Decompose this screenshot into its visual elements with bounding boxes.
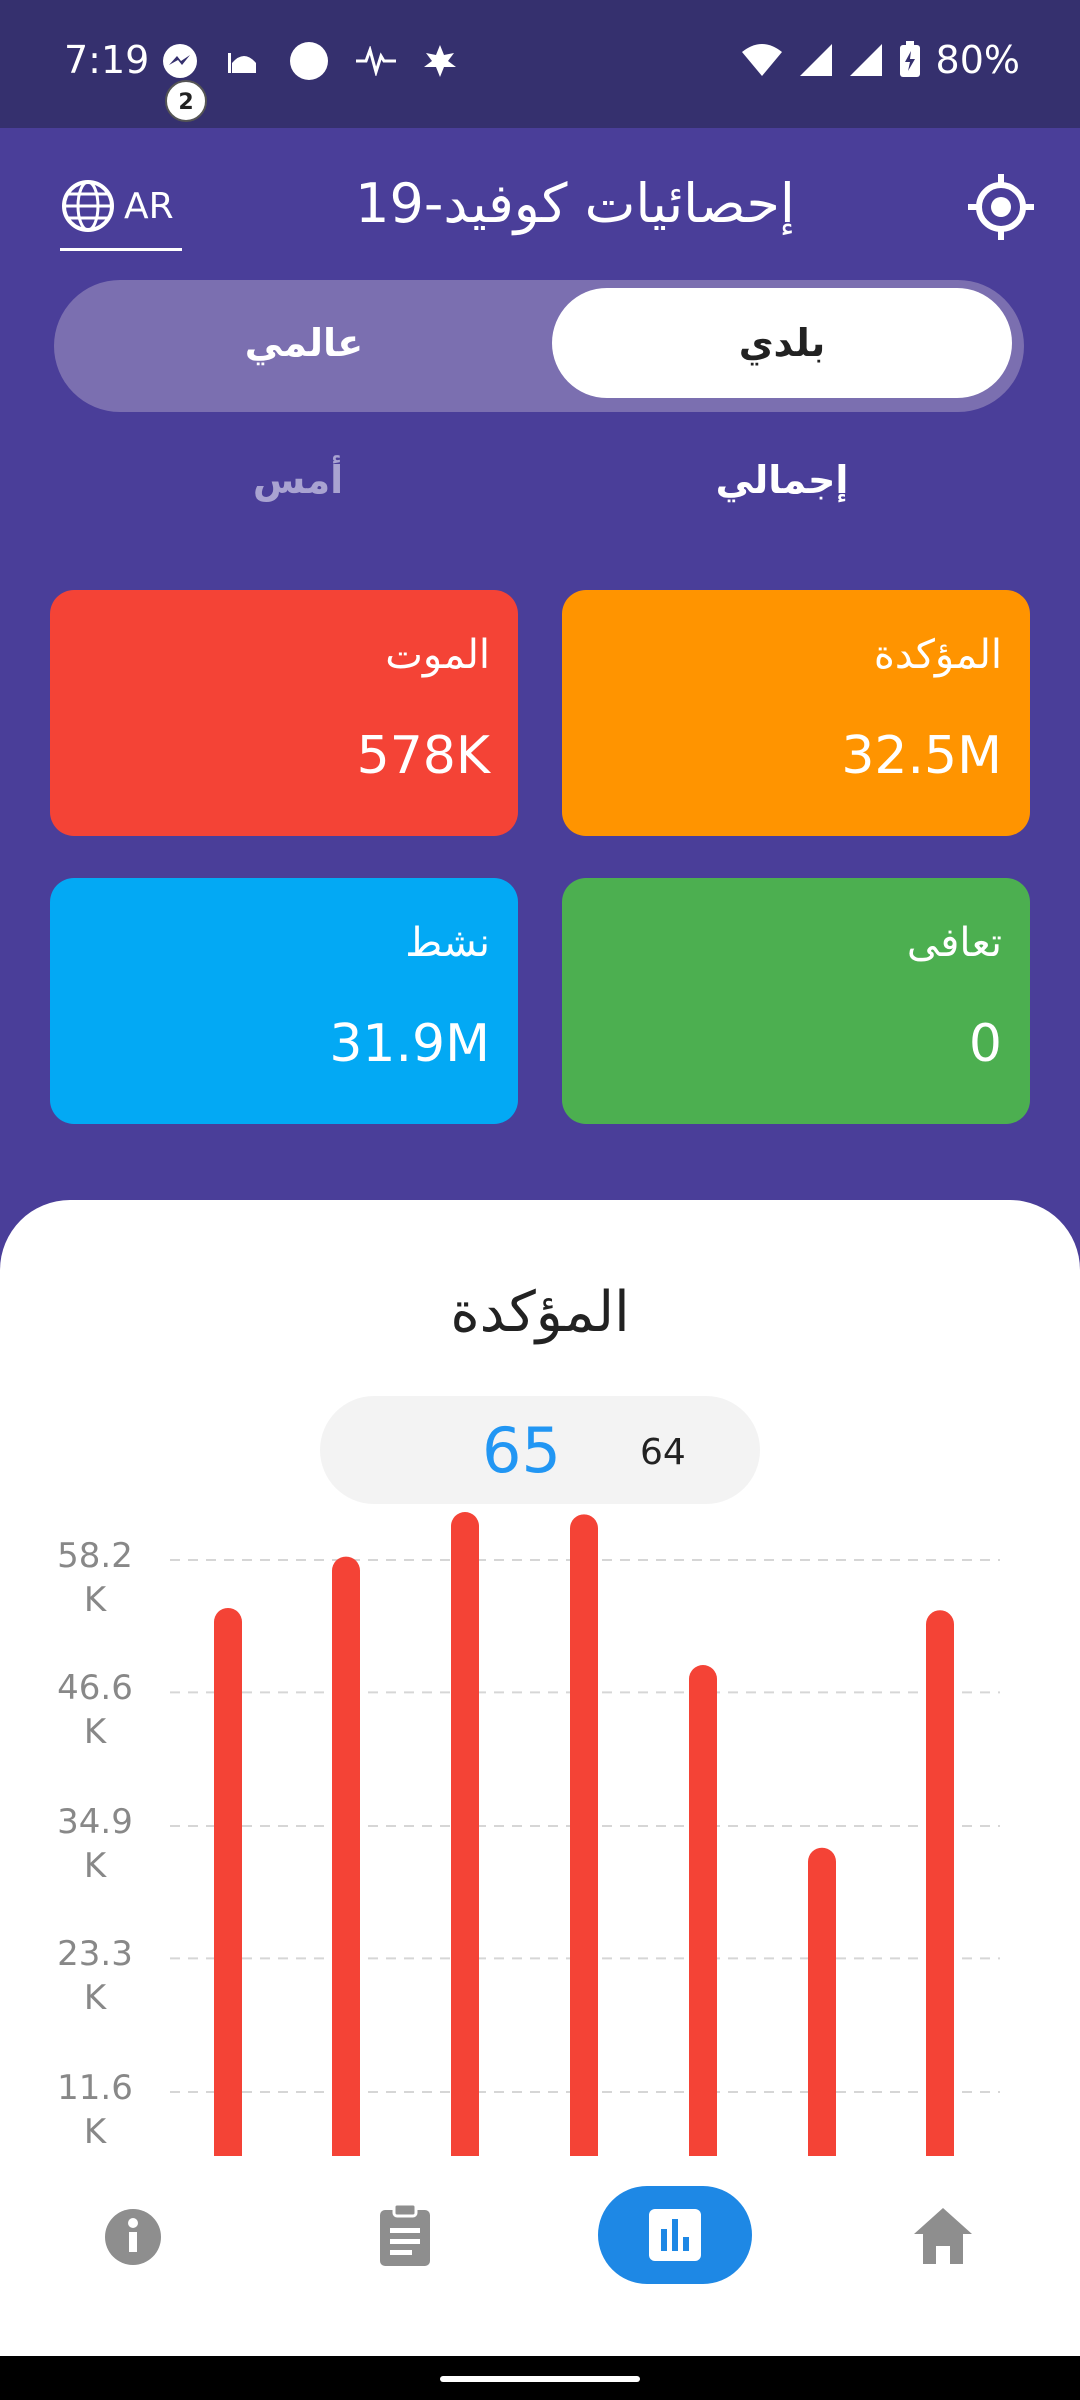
status-right: 80% — [740, 38, 1020, 82]
wifi-icon — [741, 44, 782, 76]
status-time: 7:19 — [64, 38, 150, 82]
global-option[interactable]: عالمي — [74, 288, 534, 398]
chart-title: المؤكدة — [450, 1280, 630, 1345]
page-title: إحصائيات كوفيد-19 — [355, 172, 795, 235]
battery-percent: 80% — [935, 38, 1020, 82]
bottom-nav — [0, 2156, 1080, 2356]
active-card[interactable]: نشط 31.9M — [50, 878, 518, 1124]
scope-toggle: عالمي بلدي — [54, 280, 1024, 412]
death-value: 578K — [356, 726, 490, 786]
signal-icon — [799, 44, 832, 76]
bar-chart-icon — [649, 2209, 701, 2261]
header: AR إحصائيات كوفيد-19 عالمي بلدي أمس إجما… — [0, 128, 1080, 1278]
selected-day[interactable]: 65 — [482, 1414, 561, 1487]
info-icon — [105, 2209, 161, 2265]
language-switch[interactable]: AR — [60, 178, 182, 251]
pulse-icon — [356, 46, 396, 76]
period-tabs: أمس إجمالي — [0, 458, 1080, 538]
previous-day[interactable]: 64 — [640, 1432, 686, 1473]
status-bar: 7:19 2 80% — [0, 0, 1080, 128]
tab-yesterday[interactable]: أمس — [148, 458, 448, 502]
active-value: 31.9M — [329, 1014, 490, 1074]
messenger-icon — [163, 44, 197, 78]
active-label: نشط — [405, 920, 490, 966]
language-label: AR — [124, 185, 174, 227]
local-option[interactable]: بلدي — [552, 288, 1012, 398]
tab-total[interactable]: إجمالي — [632, 458, 932, 502]
nav-home[interactable] — [910, 2204, 976, 2272]
recovered-label: تعافى — [906, 920, 1002, 966]
death-card[interactable]: الموت 578K — [50, 590, 518, 836]
system-nav-bar — [0, 2356, 1080, 2400]
confirmed-label: المؤكدة — [873, 632, 1002, 678]
home-icon — [914, 2208, 972, 2264]
home-handle[interactable] — [440, 2376, 640, 2382]
day-selector[interactable]: 65 64 — [320, 1396, 760, 1504]
nav-chart[interactable] — [598, 2186, 752, 2284]
circle-icon — [290, 42, 328, 80]
nav-report[interactable] — [370, 2200, 440, 2274]
leaf-icon — [424, 45, 456, 77]
death-label: الموت — [385, 632, 490, 678]
recovered-value: 0 — [968, 1014, 1002, 1074]
clipboard-icon — [380, 2202, 430, 2266]
globe-icon — [62, 180, 114, 232]
signal-icon-2 — [849, 44, 882, 76]
location-target-icon[interactable] — [966, 172, 1036, 242]
confirmed-value: 32.5M — [841, 726, 1002, 786]
status-icons — [160, 40, 458, 82]
recovered-card[interactable]: تعافى 0 — [562, 878, 1030, 1124]
mosque-icon — [228, 53, 256, 73]
confirmed-card[interactable]: المؤكدة 32.5M — [562, 590, 1030, 836]
notification-count-badge: 2 — [165, 80, 207, 122]
nav-info[interactable] — [100, 2204, 166, 2274]
battery-charging-icon — [899, 41, 920, 77]
